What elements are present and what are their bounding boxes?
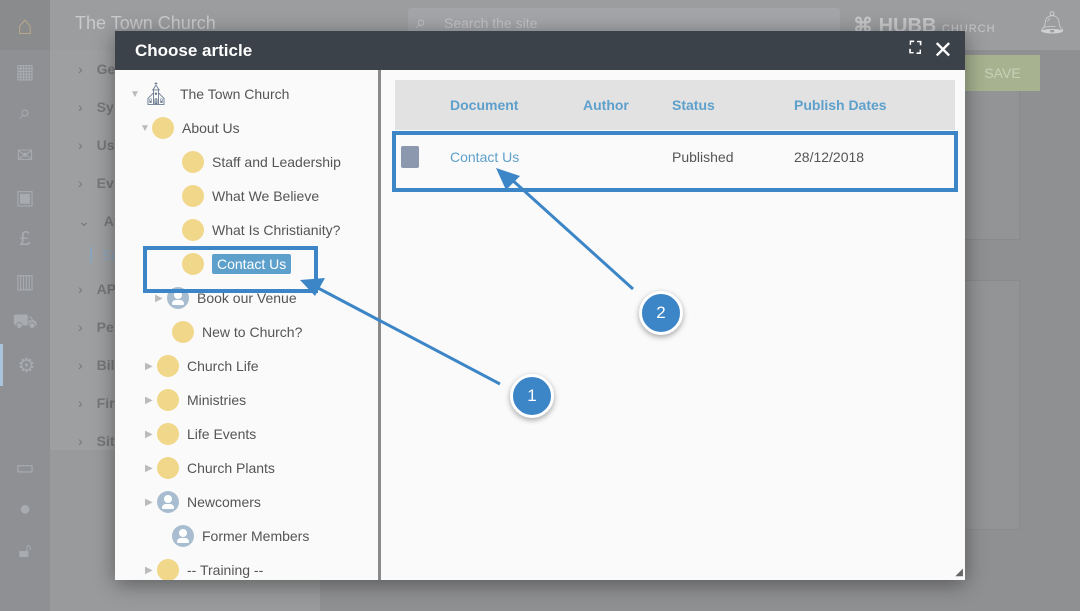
highlight-box-2 <box>392 131 958 192</box>
arrow-1-head <box>300 278 325 296</box>
annotation-overlay <box>143 131 958 386</box>
highlight-box-1 <box>143 246 318 293</box>
arrow-2-head <box>496 168 520 190</box>
arrow-1 <box>317 286 501 386</box>
annotation-badge-2: 2 <box>639 291 683 335</box>
annotation-badge-1: 1 <box>510 374 554 418</box>
arrow-2 <box>508 176 635 291</box>
